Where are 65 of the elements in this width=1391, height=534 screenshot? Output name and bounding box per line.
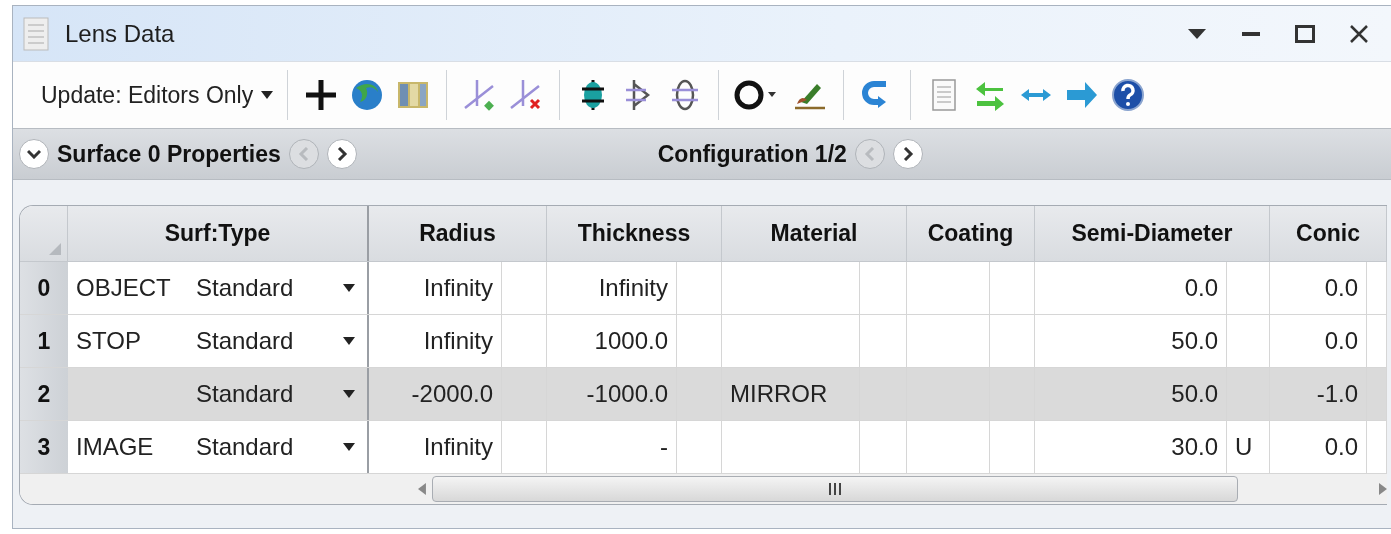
- table-cell-text: IMAGE: [75, 432, 155, 462]
- table-cell: 50.0: [1035, 315, 1227, 367]
- caret-icon: [343, 443, 355, 451]
- table-cell: 1000.0: [547, 315, 677, 367]
- chevron-left-icon: [297, 147, 310, 161]
- configuration-label: Configuration 1/2: [657, 140, 847, 168]
- column-header[interactable]: Radius: [369, 206, 547, 261]
- table-cell: -1.0: [1270, 368, 1367, 420]
- table-cell: -2000.0: [369, 368, 502, 420]
- table-cell: Infinity: [369, 262, 502, 314]
- caret-icon: [343, 337, 355, 345]
- column-header[interactable]: Conic: [1270, 206, 1387, 261]
- table-cell: Infinity: [369, 315, 502, 367]
- table-row[interactable]: 1 STOP Standard Infinity 1000.0 50.0 0.0: [20, 315, 1387, 368]
- chevron-left-icon: [863, 147, 876, 161]
- table-cell: Infinity: [547, 262, 677, 314]
- caret-icon: [343, 390, 355, 398]
- table-cell: 0.0: [1270, 315, 1367, 367]
- table-cell: 0.0: [1270, 262, 1367, 314]
- scroll-right-icon: [1379, 483, 1387, 495]
- caret-icon: [261, 91, 274, 99]
- table-cell: Infinity: [369, 421, 502, 473]
- row-number: 0: [20, 262, 68, 314]
- row-number: 2: [20, 368, 68, 420]
- next-surface-button[interactable]: [326, 139, 357, 169]
- column-header[interactable]: Thickness: [547, 206, 722, 261]
- maximize-icon: [1295, 24, 1315, 43]
- help-icon: [1111, 78, 1146, 112]
- table-cell: 0.0: [1270, 421, 1367, 473]
- update-dropdown[interactable]: Update: Editors Only: [41, 77, 274, 113]
- scroll-left-icon: [418, 483, 426, 495]
- globe-icon: [350, 78, 385, 112]
- row-number: 1: [20, 315, 68, 367]
- chevron-down-icon: [27, 149, 41, 159]
- table-cell-text: OBJECT: [75, 273, 172, 303]
- table-row[interactable]: 2 Standard -2000.0 -1000.0 MIRROR 50.0 -1.0: [20, 368, 1387, 421]
- table-cell: 30.0: [1035, 421, 1227, 473]
- grip-icon: [827, 483, 842, 495]
- expand-button[interactable]: [19, 139, 49, 169]
- horizontal-scrollbar[interactable]: [20, 474, 1387, 504]
- table-cell: -: [547, 421, 677, 473]
- minimize-icon: [1242, 31, 1260, 36]
- table-row[interactable]: 3 IMAGE Standard Infinity - 30.0 U 0.0: [20, 421, 1387, 474]
- caret-icon: [1188, 28, 1206, 39]
- table-cell: -1000.0: [547, 368, 677, 420]
- table-cell: 50.0: [1035, 368, 1227, 420]
- chevron-right-icon: [901, 147, 914, 161]
- column-header[interactable]: Semi-Diameter: [1035, 206, 1270, 261]
- window-title: Lens Data: [65, 19, 176, 48]
- next-configuration-button[interactable]: [892, 139, 923, 169]
- table-cell: 0.0: [1035, 262, 1227, 314]
- table-row[interactable]: 0 OBJECT Standard Infinity Infinity 0.0 0.0: [20, 262, 1387, 315]
- column-header[interactable]: Coating: [907, 206, 1035, 261]
- table-cell: MIRROR: [722, 368, 860, 420]
- crosshair-icon: [304, 78, 339, 112]
- table-cell-text: STOP: [75, 326, 142, 356]
- row-number: 3: [20, 421, 68, 473]
- chevron-right-icon: [335, 147, 348, 161]
- surface-label: Surface 0 Properties: [57, 140, 281, 168]
- caret-icon: [343, 284, 355, 292]
- scrollbar-thumb[interactable]: [431, 476, 1238, 502]
- close-icon: [1349, 23, 1369, 44]
- document-icon: [23, 16, 51, 51]
- column-header[interactable]: Material: [722, 206, 907, 261]
- select-all-icon: [49, 243, 61, 255]
